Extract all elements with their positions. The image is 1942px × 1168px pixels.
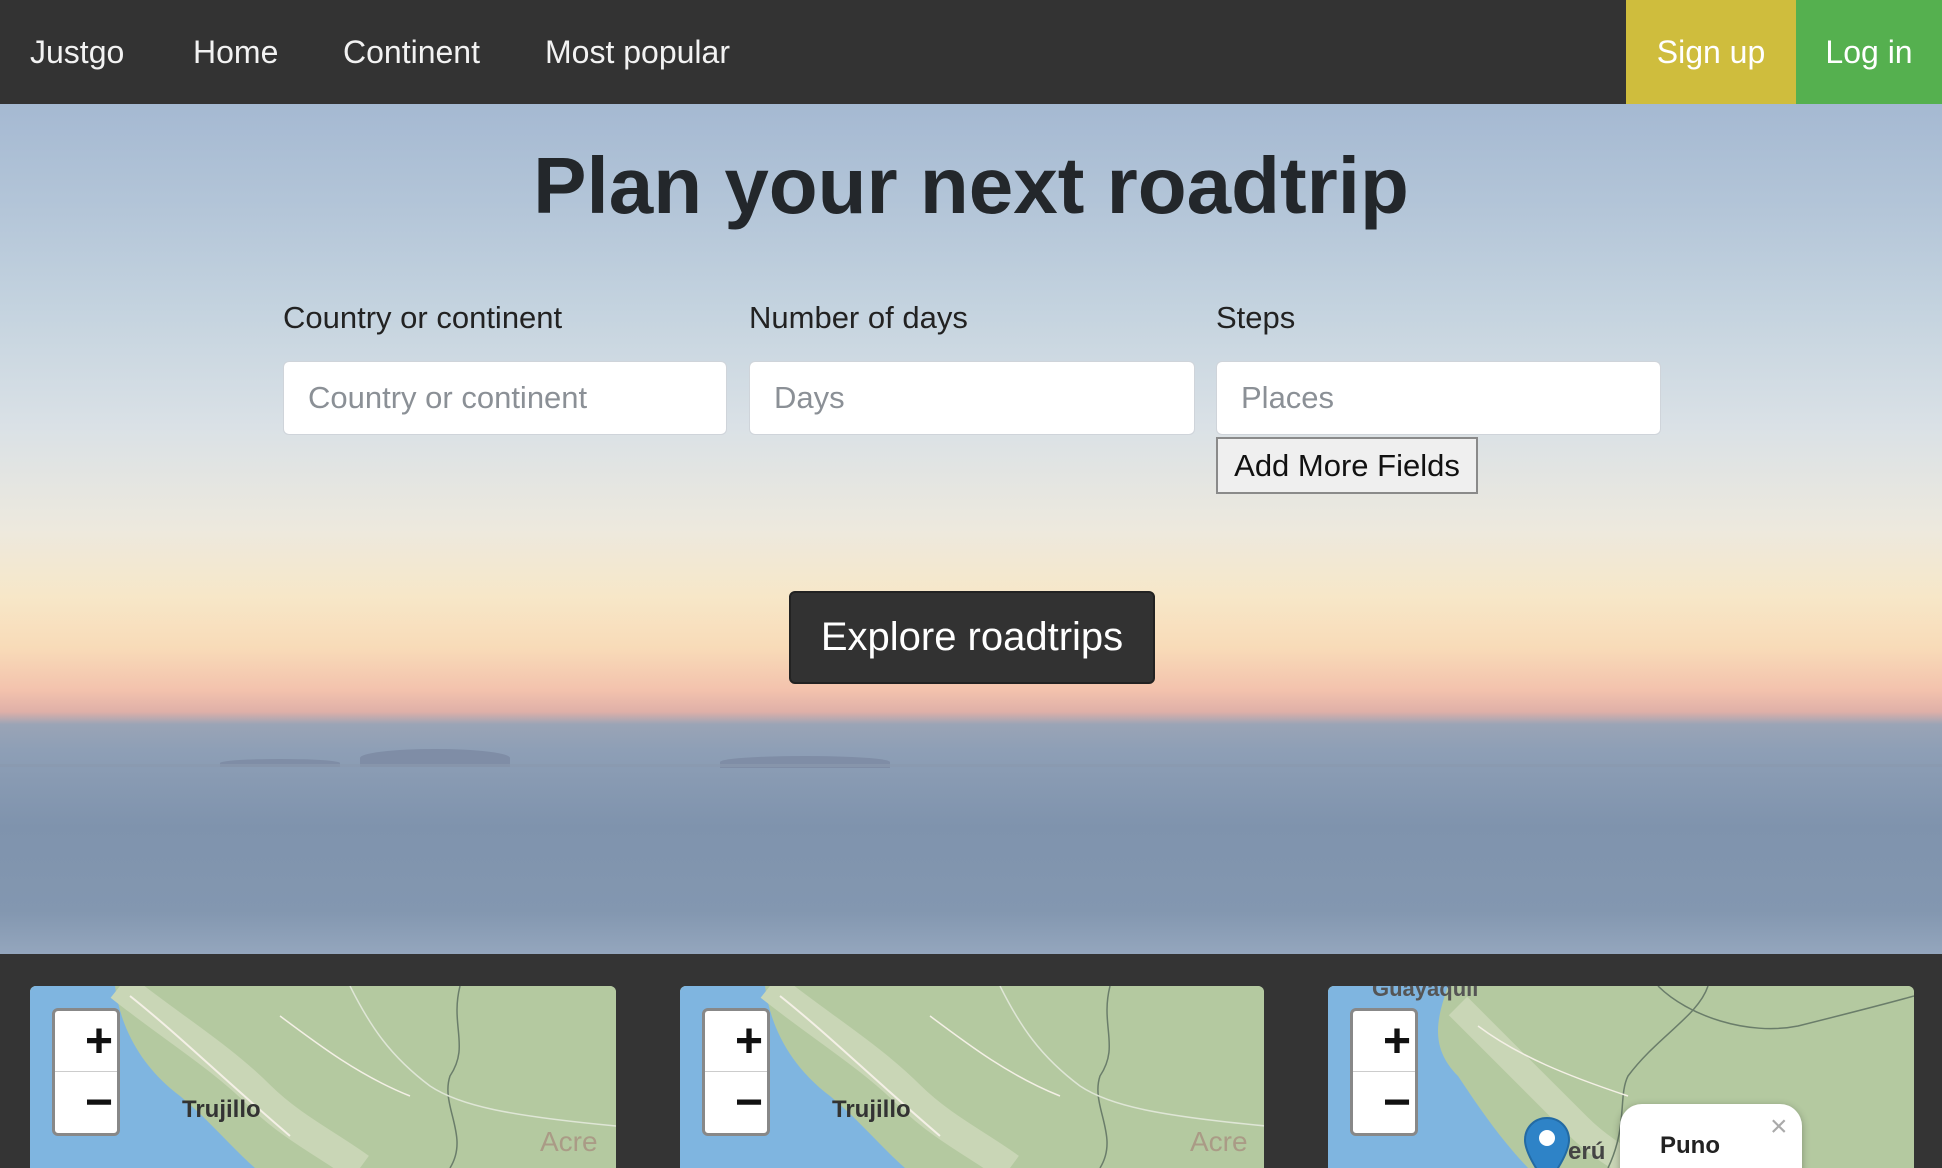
map-card[interactable]: + − Trujillo Acre: [30, 986, 616, 1168]
map-marker-icon[interactable]: [1522, 1116, 1572, 1168]
top-navbar: Justgo Home Continent Most popular Sign …: [0, 0, 1942, 104]
zoom-control: + −: [1350, 1008, 1418, 1136]
zoom-in-button[interactable]: +: [55, 1011, 117, 1072]
nav-home[interactable]: Home: [193, 0, 278, 104]
close-icon[interactable]: ×: [1770, 1110, 1788, 1144]
zoom-out-button[interactable]: −: [1353, 1072, 1415, 1133]
days-label: Number of days: [749, 300, 968, 335]
page-title: Plan your next roadtrip: [533, 141, 1409, 230]
signup-button[interactable]: Sign up: [1626, 0, 1796, 104]
map-region-label: Acre: [540, 1126, 598, 1157]
map-popup: Puno ×: [1620, 1104, 1802, 1168]
map-card[interactable]: + − Trujillo Acre: [680, 986, 1264, 1168]
zoom-in-button[interactable]: +: [705, 1011, 767, 1072]
map-country-label: erú: [1568, 1138, 1606, 1165]
map-city-label: Trujillo: [832, 1096, 911, 1123]
popup-title: Puno: [1660, 1132, 1720, 1159]
steps-label: Steps: [1216, 300, 1296, 335]
map-region-label: Acre: [1190, 1126, 1248, 1157]
map-city-label: Guayaquil: [1372, 986, 1479, 1001]
country-input[interactable]: [283, 361, 727, 435]
zoom-control: + −: [52, 1008, 120, 1136]
steps-input[interactable]: [1216, 361, 1661, 435]
nav-most-popular[interactable]: Most popular: [545, 0, 730, 104]
zoom-in-button[interactable]: +: [1353, 1011, 1415, 1072]
horizon-line: [0, 764, 1942, 767]
country-label: Country or continent: [283, 300, 563, 335]
days-input[interactable]: [749, 361, 1195, 435]
map-card[interactable]: Guayaquil + − erú Puno ×: [1328, 986, 1914, 1168]
brand-link[interactable]: Justgo: [30, 0, 124, 104]
map-city-label: Trujillo: [182, 1096, 261, 1123]
login-button[interactable]: Log in: [1796, 0, 1942, 104]
add-more-fields-button[interactable]: Add More Fields: [1216, 437, 1478, 494]
explore-roadtrips-button[interactable]: Explore roadtrips: [789, 591, 1155, 684]
zoom-control: + −: [702, 1008, 770, 1136]
zoom-out-button[interactable]: −: [705, 1072, 767, 1133]
zoom-out-button[interactable]: −: [55, 1072, 117, 1133]
nav-continent[interactable]: Continent: [343, 0, 480, 104]
